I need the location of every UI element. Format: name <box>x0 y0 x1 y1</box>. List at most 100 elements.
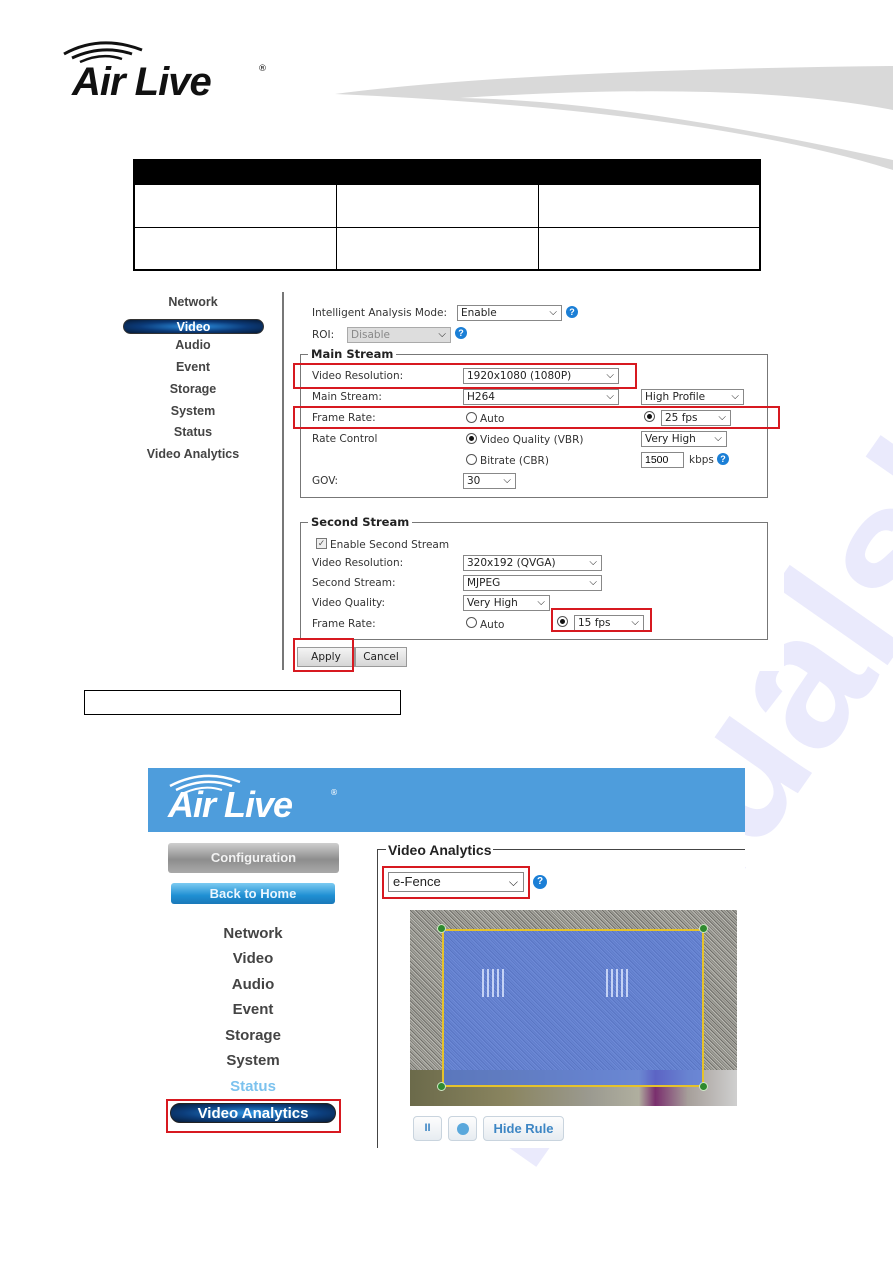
help-icon[interactable]: ? <box>533 875 547 889</box>
roi-select[interactable]: Disable ⌵ <box>347 327 451 343</box>
gov-select[interactable]: 30 ⌵ <box>463 473 516 489</box>
sidebar-item-storage[interactable]: Storage <box>148 1027 358 1044</box>
fence-corner-handle[interactable] <box>699 1082 708 1091</box>
video-quality-select[interactable]: Very High ⌵ <box>463 595 550 611</box>
chevron-down-icon: ⌵ <box>731 391 739 402</box>
second-frame-rate-auto-label: Auto <box>480 619 505 631</box>
second-frame-rate-auto-radio[interactable] <box>466 617 477 628</box>
vbr-quality-select[interactable]: Very High ⌵ <box>641 431 727 447</box>
enable-second-stream-label: Enable Second Stream <box>330 539 450 551</box>
sidebar-item-status[interactable]: Status <box>112 425 274 439</box>
header-swoosh <box>335 66 893 170</box>
sidebar-divider <box>282 292 284 670</box>
sidebar-item-audio[interactable]: Audio <box>112 338 274 352</box>
main-stream-codec-select[interactable]: H264 ⌵ <box>463 389 619 405</box>
sidebar-item-system[interactable]: System <box>148 1052 358 1069</box>
bitrate-input[interactable] <box>641 452 684 468</box>
frame-rate-auto-label: Auto <box>480 413 505 425</box>
chevron-down-icon: ⌵ <box>537 597 545 608</box>
second-frame-rate-fixed-radio[interactable] <box>557 616 568 627</box>
sidebar-item-video-analytics[interactable]: Video Analytics <box>112 447 274 461</box>
banner-logo-registered: ® <box>330 788 338 797</box>
hide-rule-button[interactable]: Hide Rule <box>483 1116 564 1141</box>
vbr-quality-value: Very High <box>645 433 696 445</box>
cancel-button[interactable]: Cancel <box>355 647 407 667</box>
codec-value: H264 <box>467 391 495 403</box>
table-header-row <box>134 160 760 184</box>
chevron-down-icon: ⌵ <box>606 370 614 381</box>
chevron-down-icon: ⌵ <box>438 329 446 340</box>
sidebar-item-storage[interactable]: Storage <box>112 382 274 396</box>
light-reflection <box>482 969 504 997</box>
help-icon[interactable]: ? <box>566 306 578 318</box>
chevron-down-icon: ⌵ <box>589 557 597 568</box>
cbr-label: Bitrate (CBR) <box>480 455 549 467</box>
intelligent-analysis-value: Enable <box>461 307 497 319</box>
fence-corner-handle[interactable] <box>437 1082 446 1091</box>
fence-corner-handle[interactable] <box>437 924 446 933</box>
second-video-resolution-label: Video Resolution: <box>312 557 404 569</box>
vbr-radio[interactable] <box>466 433 477 444</box>
main-video-resolution-select[interactable]: 1920x1080 (1080P) ⌵ <box>463 368 619 384</box>
sidebar-item-network[interactable]: Network <box>112 295 274 309</box>
light-reflection <box>606 969 628 997</box>
frame-rate-auto-radio[interactable] <box>466 412 477 423</box>
snapshot-button[interactable] <box>448 1116 477 1141</box>
video-quality-value: Very High <box>467 597 518 609</box>
vbr-label: Video Quality (VBR) <box>480 434 584 446</box>
sidebar-item-audio[interactable]: Audio <box>148 976 358 993</box>
help-icon[interactable]: ? <box>455 327 467 339</box>
chevron-down-icon: ⌵ <box>714 433 722 444</box>
main-frame-rate-select[interactable]: 25 fps ⌵ <box>661 410 731 426</box>
intelligent-analysis-label: Intelligent Analysis Mode: <box>312 307 448 319</box>
second-frame-rate-value: 15 fps <box>578 617 611 629</box>
second-stream-codec-select[interactable]: MJPEG ⌵ <box>463 575 602 591</box>
second-frame-rate-select[interactable]: 15 fps ⌵ <box>574 615 644 631</box>
sidebar-item-event[interactable]: Event <box>112 360 274 374</box>
banner-logo-text: Air Live <box>168 784 293 825</box>
analytics-mode-select[interactable]: e-Fence ⌵ <box>388 872 524 892</box>
intelligent-analysis-select[interactable]: Enable ⌵ <box>457 305 562 321</box>
apply-button[interactable]: Apply <box>297 647 355 667</box>
rate-control-label: Rate Control <box>312 433 378 445</box>
frame-rate-label: Frame Rate: <box>312 412 376 424</box>
pause-button[interactable]: II <box>413 1116 442 1141</box>
sidebar-item-video[interactable]: Video <box>148 950 358 967</box>
second-video-resolution-select[interactable]: 320x192 (QVGA) ⌵ <box>463 555 602 571</box>
main-video-resolution-value: 1920x1080 (1080P) <box>467 370 572 382</box>
table-row <box>133 226 761 271</box>
sidebar-item-network[interactable]: Network <box>148 925 358 942</box>
second-stream-legend: Second Stream <box>308 515 413 529</box>
second-frame-rate-label: Frame Rate: <box>312 618 376 630</box>
logo-registered: ® <box>258 64 267 74</box>
document-table <box>133 159 761 271</box>
fence-corner-handle[interactable] <box>699 924 708 933</box>
chevron-down-icon: ⌵ <box>589 577 597 588</box>
chevron-down-icon: ⌵ <box>508 875 518 889</box>
kbps-label: kbps <box>689 454 714 466</box>
enable-second-stream-checkbox[interactable]: ✓ <box>316 538 327 549</box>
sidebar-item-video-analytics[interactable]: Video Analytics <box>170 1103 336 1123</box>
cbr-radio[interactable] <box>466 454 477 465</box>
roi-value: Disable <box>351 329 390 341</box>
main-stream-label: Main Stream: <box>312 391 382 403</box>
snapshot-icon <box>456 1122 469 1135</box>
video-resolution-label: Video Resolution: <box>312 370 404 382</box>
analytics-mode-value: e-Fence <box>393 874 441 889</box>
second-video-resolution-value: 320x192 (QVGA) <box>467 557 556 569</box>
chevron-down-icon: ⌵ <box>718 412 726 423</box>
configuration-button[interactable]: Configuration <box>168 843 339 873</box>
sidebar-item-status[interactable]: Status <box>148 1078 358 1095</box>
sidebar-item-event[interactable]: Event <box>148 1001 358 1018</box>
profile-select[interactable]: High Profile ⌵ <box>641 389 744 405</box>
banner: Air Live ® <box>148 768 745 832</box>
sidebar-item-system[interactable]: System <box>112 404 274 418</box>
content-border-left <box>377 849 378 1148</box>
back-to-home-button[interactable]: Back to Home <box>171 883 335 904</box>
sidebar-item-video[interactable]: Video <box>123 319 264 334</box>
e-fence-region[interactable] <box>442 929 704 1087</box>
help-icon[interactable]: ? <box>717 453 729 465</box>
frame-rate-fixed-radio[interactable] <box>644 411 655 422</box>
video-preview[interactable] <box>410 910 737 1106</box>
chevron-down-icon: ⌵ <box>503 475 511 486</box>
